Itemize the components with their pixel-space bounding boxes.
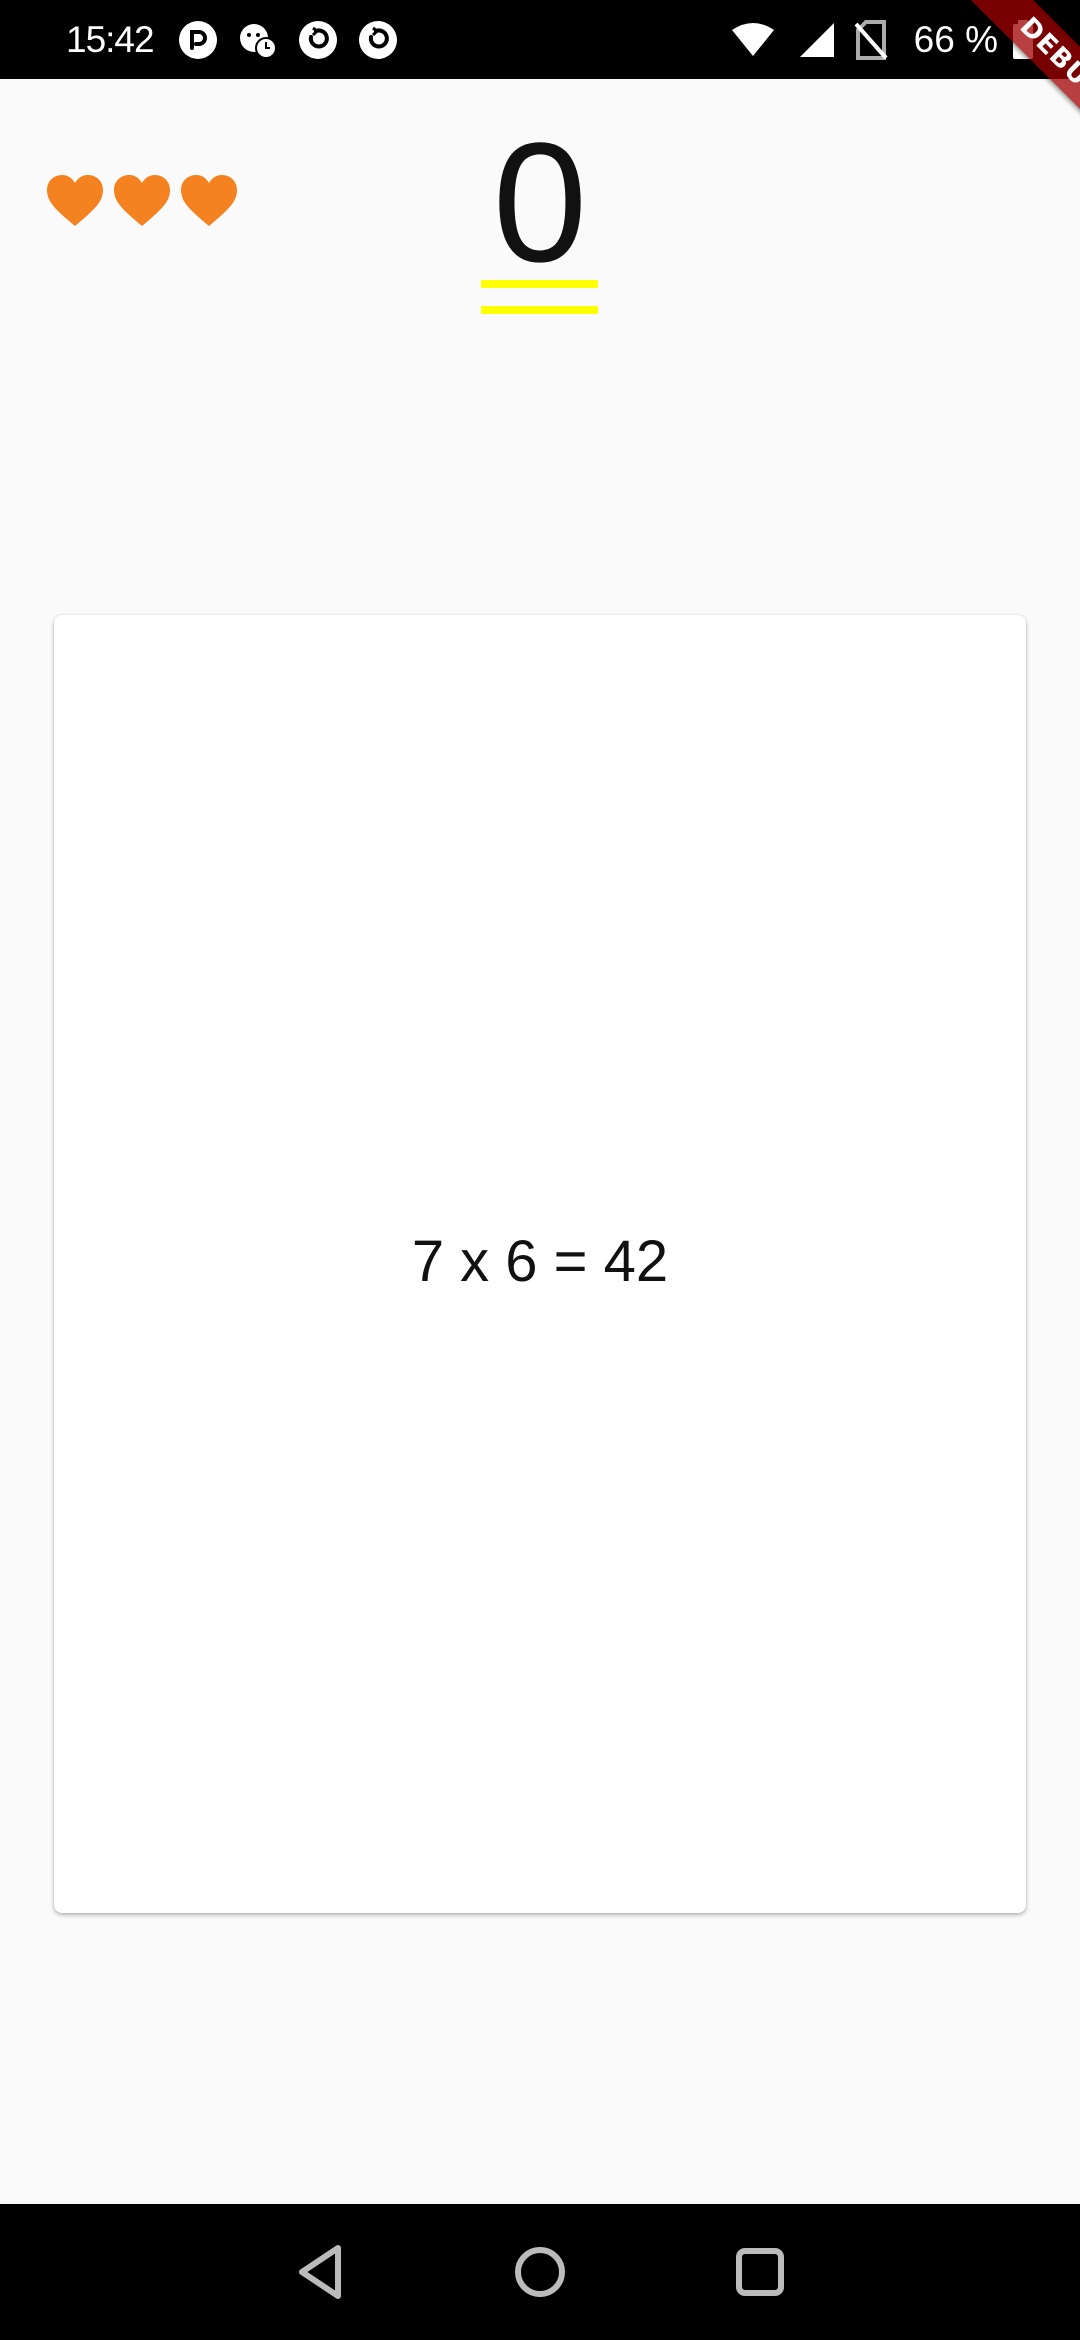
score-underline [481,280,598,288]
score-display: 0 [492,108,588,298]
sync-icon [299,21,337,59]
heart-icon [47,175,103,226]
navigation-bar [0,2204,1080,2340]
sync-icon [359,21,397,59]
heart-icon [181,175,237,226]
mood-tracker-icon [240,24,277,59]
question-card[interactable]: 7 x 6 = 42 [54,615,1026,1913]
battery-percentage: 66 % [913,18,998,60]
wifi-icon [731,22,774,56]
status-time: 15:42 [66,19,155,60]
battery-icon [1013,19,1033,59]
pocket-casts-icon [179,21,217,59]
recents-button[interactable] [726,2238,794,2306]
score-underline [481,306,598,314]
heart-icon [114,175,170,226]
back-button[interactable] [288,2238,356,2306]
status-bar: 15:42 66 % [0,0,1080,79]
question-text: 7 x 6 = 42 [411,1229,669,1294]
lives-indicator [46,174,238,228]
signal-icon [799,22,834,57]
status-system-area: 66 % [730,0,1080,79]
home-button[interactable] [506,2238,574,2306]
no-sim-icon [854,19,888,60]
notification-icons [178,20,398,60]
